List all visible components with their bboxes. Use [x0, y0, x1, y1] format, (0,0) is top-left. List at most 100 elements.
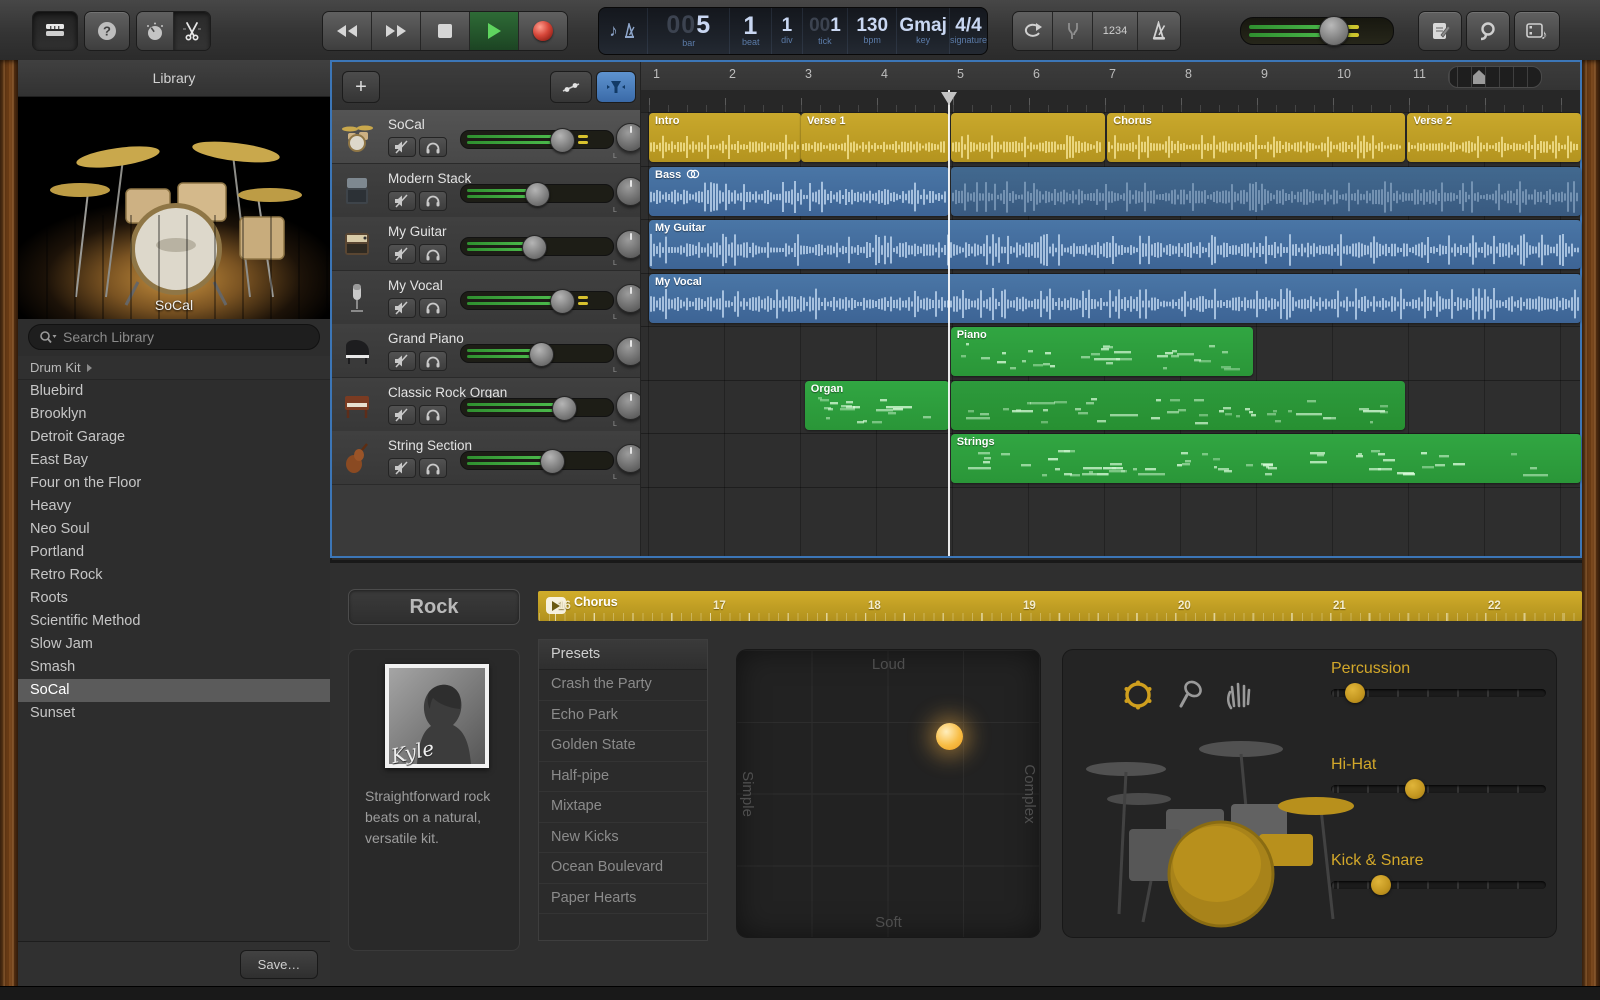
mute-button[interactable]	[388, 137, 416, 157]
save-button[interactable]: Save…	[240, 950, 318, 979]
library-item[interactable]: Neo Soul	[18, 518, 330, 541]
region-bass[interactable]: Bass	[649, 167, 949, 216]
mute-button[interactable]	[388, 244, 416, 264]
editor-ruler[interactable]: Chorus 16171819202122	[538, 591, 1582, 621]
preset-item[interactable]: Ocean Boulevard	[539, 853, 707, 884]
track-volume-slider[interactable]	[460, 344, 614, 363]
lcd-key-section[interactable]: Gmaj key	[897, 8, 950, 54]
library-item[interactable]: Slow Jam	[18, 633, 330, 656]
library-search-field[interactable]: Search Library	[28, 324, 320, 350]
volume-thumb[interactable]	[525, 182, 550, 207]
preset-item[interactable]: Half-pipe	[539, 762, 707, 793]
kit-slider-hi-hat[interactable]: Hi-Hat	[1331, 756, 1546, 774]
lcd-mode-icons[interactable]: ♪	[599, 8, 648, 54]
preset-item[interactable]: Golden State	[539, 731, 707, 762]
region-intro[interactable]: Intro	[649, 113, 801, 162]
library-item[interactable]: East Bay	[18, 449, 330, 472]
lcd-tick-section[interactable]: 001 tick	[803, 8, 848, 54]
volume-thumb[interactable]	[522, 235, 547, 260]
horizontal-zoom-slider[interactable]	[1448, 66, 1542, 88]
track-header-row[interactable]: SoCalLR	[332, 110, 640, 164]
track-volume-slider[interactable]	[460, 451, 614, 470]
record-button[interactable]	[518, 12, 567, 50]
stop-button[interactable]	[420, 12, 469, 50]
library-item[interactable]: Brooklyn	[18, 403, 330, 426]
solo-button[interactable]	[419, 351, 447, 371]
solo-button[interactable]	[419, 405, 447, 425]
kit-slider-track[interactable]	[1331, 785, 1546, 793]
mute-button[interactable]	[388, 298, 416, 318]
track-volume-slider[interactable]	[460, 291, 614, 310]
lcd-div-section[interactable]: 1 div	[772, 8, 803, 54]
count-in-button[interactable]: 1234	[1092, 12, 1137, 50]
track-volume-slider[interactable]	[460, 184, 614, 203]
media-browser-button[interactable]: ♪	[1514, 11, 1560, 51]
library-item[interactable]: Retro Rock	[18, 564, 330, 587]
solo-button[interactable]	[419, 298, 447, 318]
library-toggle-button[interactable]	[32, 11, 78, 51]
track-header-row[interactable]: Modern StackLR	[332, 164, 640, 218]
forward-button[interactable]	[371, 12, 420, 50]
ruler-tick-strip[interactable]	[641, 90, 1580, 113]
track-header-row[interactable]: My GuitarLR	[332, 217, 640, 271]
add-track-button[interactable]: +	[342, 71, 380, 103]
library-breadcrumb[interactable]: Drum Kit	[18, 356, 330, 380]
rewind-button[interactable]	[323, 12, 371, 50]
kit-slider-knob[interactable]	[1405, 779, 1425, 799]
solo-button[interactable]	[419, 458, 447, 478]
genre-selector-button[interactable]: Rock	[348, 589, 520, 625]
track-volume-slider[interactable]	[460, 237, 614, 256]
editor-button[interactable]	[173, 12, 210, 50]
lcd-tempo-section[interactable]: 130 bpm	[848, 8, 897, 54]
kit-slider-track[interactable]	[1331, 881, 1546, 889]
region-verse-2[interactable]: Verse 2	[1407, 113, 1581, 162]
library-item[interactable]: Four on the Floor	[18, 472, 330, 495]
track-header-row[interactable]: My VocalLR	[332, 271, 640, 325]
lcd-display[interactable]: ♪ 005 bar 1 beat 1 div 001 tick 130 bpm	[598, 7, 988, 55]
volume-thumb[interactable]	[550, 289, 575, 314]
play-button[interactable]	[469, 12, 518, 50]
preset-item[interactable]: Echo Park	[539, 701, 707, 732]
tuner-button[interactable]	[1052, 12, 1092, 50]
master-volume-thumb[interactable]	[1319, 16, 1349, 46]
handclap-button[interactable]	[1221, 678, 1255, 717]
region-midi[interactable]	[951, 381, 1405, 430]
preset-item[interactable]: Mixtape	[539, 792, 707, 823]
region-my-vocal[interactable]: My Vocal	[649, 274, 1581, 323]
preset-item[interactable]: Crash the Party	[539, 670, 707, 701]
mute-button[interactable]	[388, 458, 416, 478]
catch-playhead-button[interactable]	[596, 71, 636, 103]
volume-thumb[interactable]	[552, 396, 577, 421]
zoom-thumb[interactable]	[1473, 70, 1485, 84]
metronome-button[interactable]	[1137, 12, 1180, 50]
kit-slider-percussion[interactable]: Percussion	[1331, 660, 1546, 678]
automation-button[interactable]	[550, 71, 592, 103]
ruler[interactable]: 123456789101112	[641, 62, 1580, 91]
library-item[interactable]: Sunset	[18, 702, 330, 725]
quick-help-button[interactable]: ?	[84, 11, 130, 51]
library-item[interactable]: Scientific Method	[18, 610, 330, 633]
volume-thumb[interactable]	[529, 342, 554, 367]
volume-thumb[interactable]	[550, 128, 575, 153]
preset-item[interactable]: Paper Hearts	[539, 884, 707, 915]
kit-slider-knob[interactable]	[1371, 875, 1391, 895]
solo-button[interactable]	[419, 244, 447, 264]
region-my-guitar[interactable]: My Guitar	[649, 220, 1581, 269]
loop-browser-button[interactable]	[1466, 11, 1510, 51]
drummer-avatar[interactable]: Kyle	[385, 664, 489, 768]
region-drummer[interactable]	[951, 113, 1105, 162]
preset-item[interactable]: New Kicks	[539, 823, 707, 854]
lcd-signature-section[interactable]: 4/4 signature	[950, 8, 987, 54]
track-header-row[interactable]: Grand PianoLR	[332, 324, 640, 378]
region-chorus[interactable]: Chorus	[1107, 113, 1405, 162]
track-header-row[interactable]: Classic Rock OrganLR	[332, 378, 640, 432]
smart-controls-button[interactable]	[137, 12, 173, 50]
solo-button[interactable]	[419, 137, 447, 157]
library-item[interactable]: Smash	[18, 656, 330, 679]
kit-slider-knob[interactable]	[1345, 683, 1365, 703]
kit-slider-kick-snare[interactable]: Kick & Snare	[1331, 852, 1546, 870]
region-strings[interactable]: Strings	[951, 434, 1581, 483]
region-audio[interactable]	[951, 167, 1581, 216]
lcd-beat-section[interactable]: 1 beat	[730, 8, 772, 54]
library-item[interactable]: Detroit Garage	[18, 426, 330, 449]
